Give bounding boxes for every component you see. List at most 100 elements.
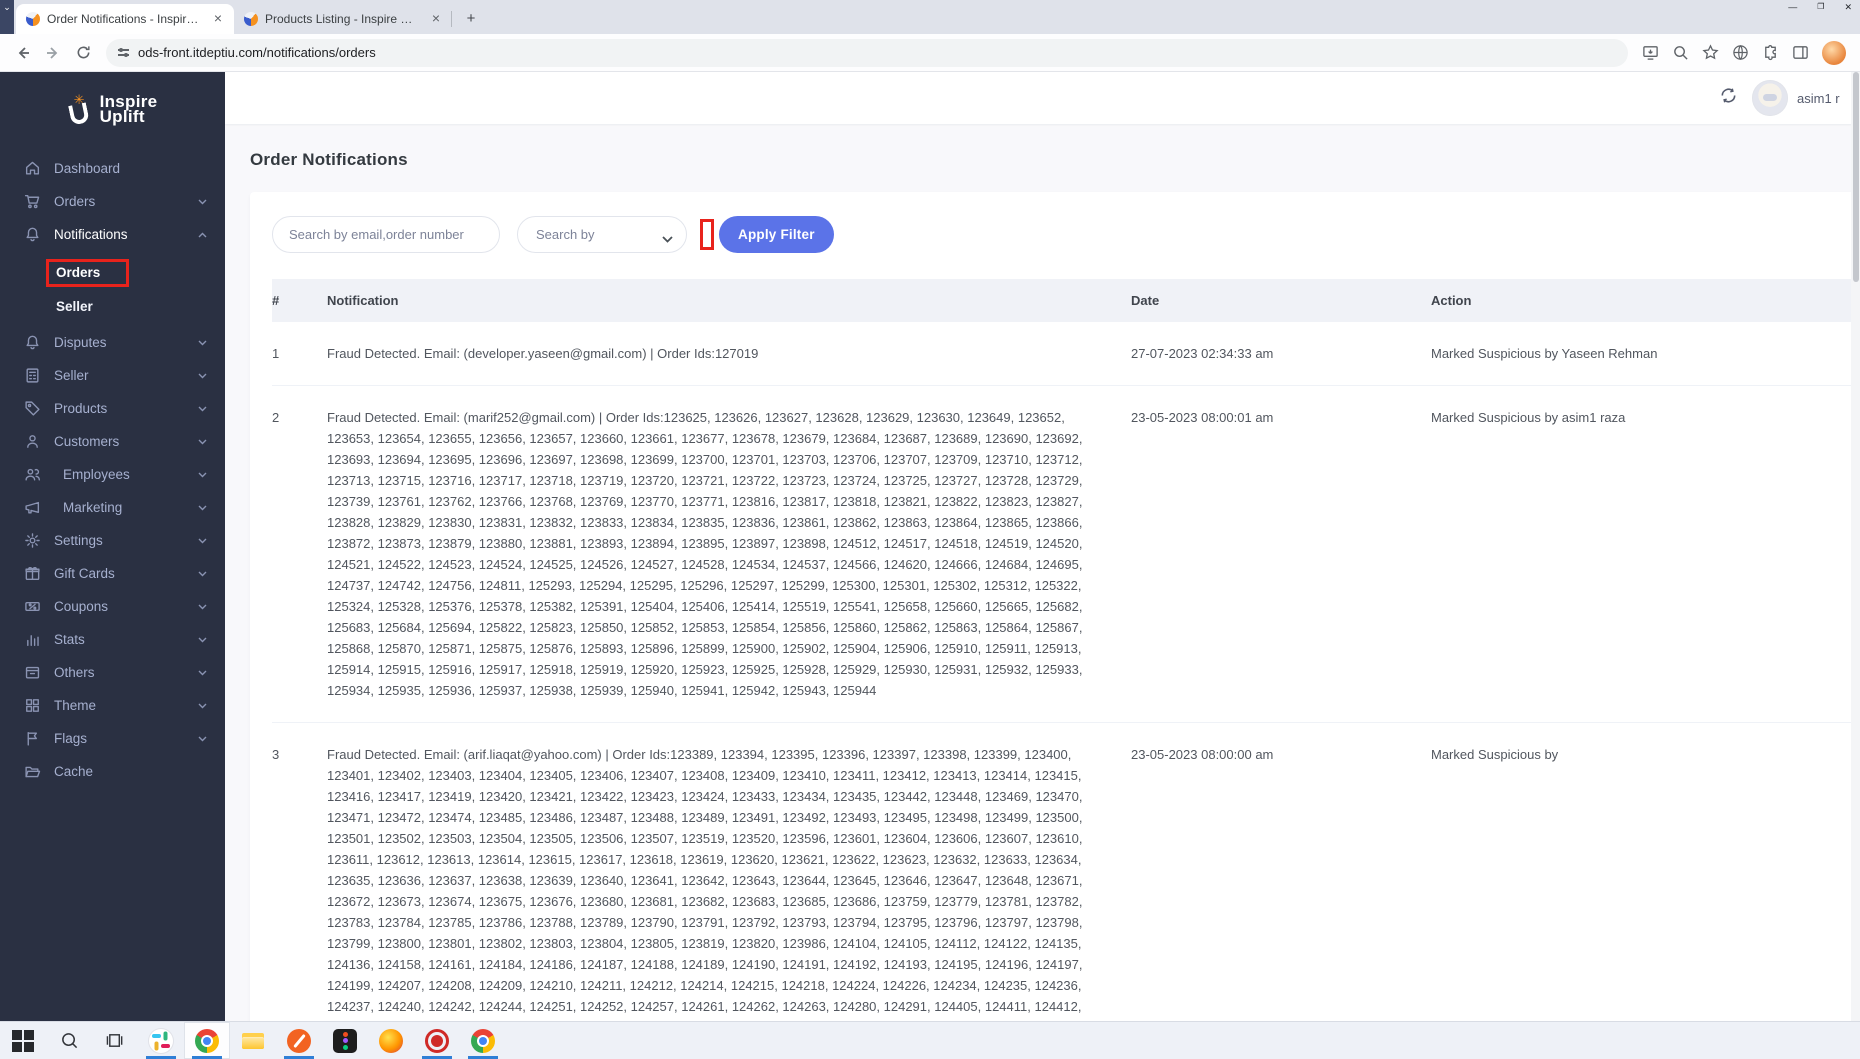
sidebar-subitem-orders[interactable]: Orders: [0, 253, 225, 293]
taskbar-task-view-icon[interactable]: [92, 1022, 138, 1059]
back-button[interactable]: [10, 40, 36, 66]
browser-tab[interactable]: Order Notifications - Inspire Up×: [16, 4, 234, 34]
chevron-down-icon: [198, 373, 207, 379]
cart-icon: [24, 193, 54, 210]
chart-icon: [24, 631, 54, 648]
sidebar-item-employees[interactable]: Employees: [0, 458, 225, 491]
username: asim1 r: [1797, 91, 1840, 106]
chevron-down-icon: [198, 340, 207, 346]
chevron-down-icon: [198, 439, 207, 445]
chevron-down-icon: [198, 472, 207, 478]
sidebar-item-theme[interactable]: Theme: [0, 689, 225, 722]
browser-toolbar: ods-front.itdeptiu.com/notifications/ord…: [0, 34, 1860, 72]
maximize-button[interactable]: ❐: [1817, 1, 1824, 13]
browser-profile-avatar[interactable]: [1822, 41, 1846, 65]
cell-num: 1: [272, 322, 327, 385]
ticket-icon: [24, 598, 54, 615]
gift-icon: [24, 565, 54, 582]
taskbar-recorder-icon[interactable]: [414, 1022, 460, 1059]
taskbar-file-explorer-icon[interactable]: [230, 1022, 276, 1059]
sidebar-item-cache[interactable]: Cache: [0, 755, 225, 788]
extensions-puzzle-icon[interactable]: [1762, 44, 1779, 61]
chevron-down-icon: [198, 637, 207, 643]
sidebar-item-dashboard[interactable]: Dashboard: [0, 152, 225, 185]
favicon-icon: [244, 12, 258, 26]
sidebar-item-gift-cards[interactable]: Gift Cards: [0, 557, 225, 590]
sidebar-item-stats[interactable]: Stats: [0, 623, 225, 656]
notifications-table: #NotificationDateAction 1Fraud Detected.…: [272, 279, 1860, 1021]
bookmark-star-icon[interactable]: [1702, 44, 1719, 61]
inspire-uplift-logo: ✳ InspireUplift: [0, 72, 225, 146]
user-menu[interactable]: asim1 r: [1752, 80, 1860, 116]
column-header: Date: [1131, 279, 1431, 322]
apply-filter-button[interactable]: Apply Filter: [719, 216, 834, 253]
new-tab-button[interactable]: +: [458, 6, 484, 32]
url-text[interactable]: ods-front.itdeptiu.com/notifications/ord…: [138, 45, 376, 60]
taskbar-firefox-icon[interactable]: [368, 1022, 414, 1059]
chevron-down-icon: [198, 703, 207, 709]
bell-icon: [24, 334, 54, 351]
reload-button[interactable]: [70, 40, 96, 66]
chevron-down-icon: [198, 199, 207, 205]
page-title: Order Notifications: [250, 150, 1860, 170]
windows-taskbar: [0, 1021, 1860, 1059]
address-bar[interactable]: ods-front.itdeptiu.com/notifications/ord…: [106, 39, 1628, 67]
cell-num: 2: [272, 386, 327, 722]
taskbar-windows-start-icon[interactable]: [0, 1022, 46, 1059]
sidebar-subitem-seller[interactable]: Seller: [0, 293, 225, 320]
chevron-down-icon: [198, 505, 207, 511]
users-icon: [24, 466, 54, 483]
taskbar-chrome2-icon[interactable]: [460, 1022, 506, 1059]
table-row: 3Fraud Detected. Email: (arif.liaqat@yah…: [272, 723, 1860, 1021]
megaphone-icon: [24, 499, 54, 516]
sidebar-item-others[interactable]: Others: [0, 656, 225, 689]
notifications-card: Search by Apply Filter #NotificationDate…: [250, 192, 1860, 1021]
sidebar-item-disputes[interactable]: Disputes: [0, 326, 225, 359]
tag-icon: [24, 400, 54, 417]
sidebar-item-coupons[interactable]: Coupons: [0, 590, 225, 623]
sidebar-item-seller[interactable]: Seller: [0, 359, 225, 392]
table-row: 2Fraud Detected. Email: (marif252@gmail.…: [272, 386, 1860, 723]
cell-action: Marked Suspicious by: [1431, 723, 1860, 1021]
sidebar-item-orders[interactable]: Orders: [0, 185, 225, 218]
cell-date: 23-05-2023 08:00:00 am: [1131, 723, 1431, 1021]
calculator-icon: [24, 367, 54, 384]
sidebar-item-products[interactable]: Products: [0, 392, 225, 425]
sidebar-item-marketing[interactable]: Marketing: [0, 491, 225, 524]
cell-action: Marked Suspicious by Yaseen Rehman: [1431, 322, 1860, 385]
sidebar-item-customers[interactable]: Customers: [0, 425, 225, 458]
side-panel-icon[interactable]: [1792, 44, 1809, 61]
chevron-down-icon: [198, 604, 207, 610]
tab-close-icon[interactable]: ×: [428, 11, 444, 27]
sidebar-item-notifications[interactable]: Notifications: [0, 218, 225, 251]
cell-num: 3: [272, 723, 327, 1021]
zoom-icon[interactable]: [1672, 44, 1689, 61]
taskbar-chrome-icon[interactable]: [184, 1022, 230, 1059]
globe-icon[interactable]: [1732, 44, 1749, 61]
search-by-select[interactable]: Search by: [517, 216, 687, 253]
minimize-button[interactable]: —: [1788, 1, 1797, 13]
taskbar-search-icon[interactable]: [46, 1022, 92, 1059]
column-header: Action: [1431, 279, 1860, 322]
taskbar-pen-tool-app-icon[interactable]: [276, 1022, 322, 1059]
site-info-icon[interactable]: [118, 49, 129, 55]
chevron-down-icon: [198, 736, 207, 742]
tab-close-icon[interactable]: ×: [210, 11, 226, 27]
sidebar-nav: DashboardOrdersNotificationsOrdersSeller…: [0, 146, 225, 794]
gear-icon: [24, 532, 54, 549]
browser-tab[interactable]: Products Listing - Inspire Uplift×: [234, 4, 452, 34]
forward-button[interactable]: [40, 40, 66, 66]
chevron-down-icon: [198, 406, 207, 412]
install-app-icon[interactable]: [1642, 44, 1659, 61]
tab-search-icon[interactable]: ⌄: [0, 0, 14, 34]
table-body: 1Fraud Detected. Email: (developer.yasee…: [272, 322, 1860, 1021]
sidebar-item-flags[interactable]: Flags: [0, 722, 225, 755]
search-input[interactable]: [272, 216, 500, 253]
taskbar-figma-icon[interactable]: [322, 1022, 368, 1059]
page-scrollbar[interactable]: [1851, 72, 1860, 1021]
sidebar: ✳ InspireUplift DashboardOrdersNotificat…: [0, 72, 225, 1021]
close-button[interactable]: ✕: [1844, 1, 1852, 13]
taskbar-slack-icon[interactable]: [138, 1022, 184, 1059]
sidebar-item-settings[interactable]: Settings: [0, 524, 225, 557]
refresh-sync-icon[interactable]: [1719, 86, 1738, 110]
